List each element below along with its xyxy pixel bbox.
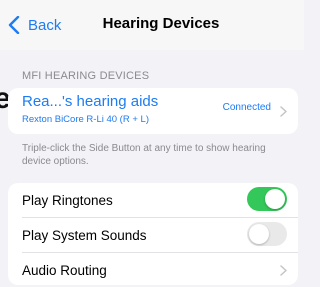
device-status: Connected [222, 102, 271, 113]
hearing-device-row[interactable]: Rea...'s hearing aids Rexton BiCore R-Li… [8, 88, 298, 134]
device-name: Rea...'s hearing aids [22, 93, 159, 110]
page-title: Hearing Devices [102, 15, 220, 32]
play-system-sounds-row: Play System Sounds [8, 218, 298, 252]
chevron-right-icon [280, 265, 287, 276]
section-header-mfi: MFI HEARING DEVICES [22, 70, 150, 82]
audio-routing-row[interactable]: Audio Routing [8, 253, 298, 285]
navigation-bar: Back Hearing Devices [0, 0, 304, 50]
play-ringtones-toggle[interactable] [247, 187, 287, 211]
footnote-text: Triple-click the Side Button at any time… [22, 143, 266, 167]
settings-group: Play Ringtones Play System Sounds Audio … [8, 183, 298, 285]
play-ringtones-row: Play Ringtones [8, 183, 298, 217]
toggle-knob [249, 224, 269, 244]
audio-routing-label: Audio Routing [22, 262, 107, 278]
play-system-sounds-toggle[interactable] [247, 222, 287, 246]
chevron-right-icon [280, 106, 287, 117]
device-model: Rexton BiCore R-Li 40 (R + L) [22, 114, 149, 125]
toggle-knob [265, 189, 285, 209]
